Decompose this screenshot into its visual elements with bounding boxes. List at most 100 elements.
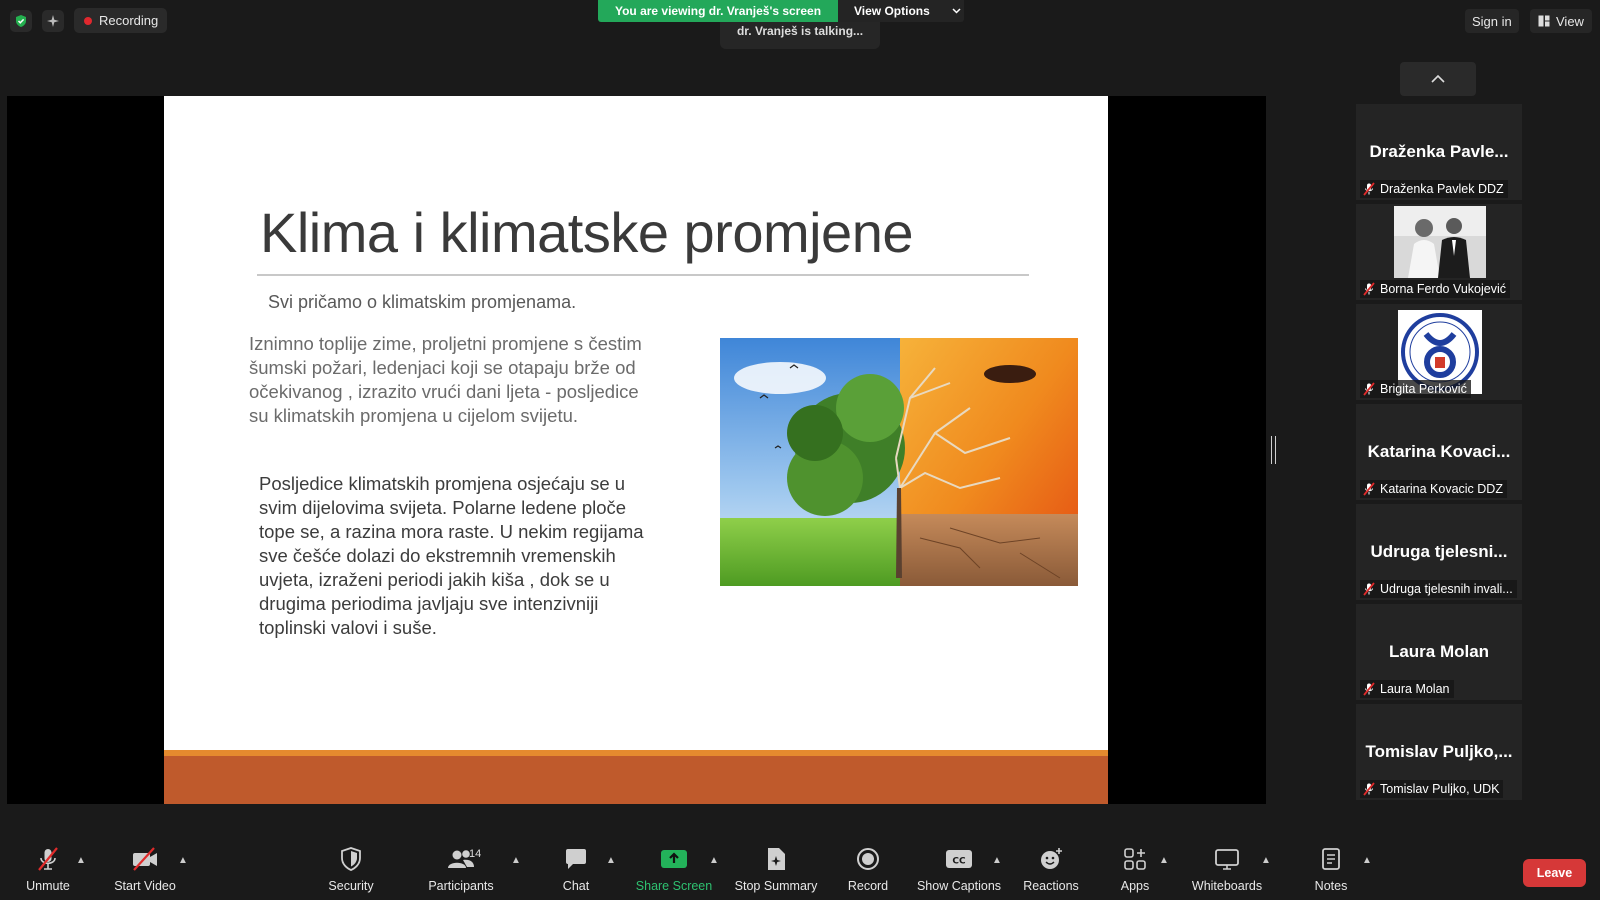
security-label: Security [328, 879, 374, 893]
whiteboard-icon [1215, 849, 1239, 870]
slide-title: Klima i klimatske promjene [260, 201, 913, 264]
share-screen-label: Share Screen [635, 879, 713, 893]
view-button[interactable]: View [1530, 9, 1592, 33]
participant-name: Laura Molan [1380, 682, 1450, 696]
notes-label: Notes [1314, 879, 1348, 893]
participant-name: Udruga tjelesnih invali... [1380, 582, 1513, 596]
participant-display-name: Tomislav Puljko,... [1365, 742, 1513, 761]
view-options-button[interactable]: View Options [838, 0, 964, 22]
sign-in-button[interactable]: Sign in [1465, 9, 1519, 33]
show-captions-label: Show Captions [916, 879, 1002, 893]
participant-name-tag: Draženka Pavlek DDZ [1360, 180, 1508, 198]
slide-paragraph-2: Posljedice klimatskih promjena osjećaju … [259, 473, 644, 638]
participant-display-name: Katarina Kovaci... [1367, 442, 1511, 461]
video-off-icon [133, 847, 157, 871]
participant-name-tag: Borna Ferdo Vukojević [1360, 280, 1510, 298]
apps-button[interactable]: Apps [1085, 846, 1185, 900]
grid-view-icon [1538, 15, 1550, 27]
apps-options-caret-icon[interactable]: ▲ [1159, 855, 1169, 866]
participant-name: Borna Ferdo Vukojević [1380, 282, 1506, 296]
participants-options-caret-icon[interactable]: ▲ [511, 855, 521, 866]
notes-icon [1322, 848, 1340, 870]
share-screen-arrow-icon [661, 850, 687, 868]
participant-name-tag: Udruga tjelesnih invali... [1360, 580, 1517, 598]
participants-count: 14 [469, 848, 482, 860]
stop-summary-label: Stop Summary [734, 879, 818, 893]
participant-name-tag: Tomislav Puljko, UDK [1360, 780, 1504, 798]
meeting-toolbar: Unmute ▲ Start Video ▲ Security 14 Parti… [0, 836, 1600, 900]
participant-video-photo [1394, 206, 1486, 278]
participant-name: Brigita Perković [1380, 382, 1467, 396]
share-options-caret-icon[interactable]: ▲ [709, 855, 719, 866]
presentation-slide: Klima i klimatske promjene Svi pričamo o… [164, 96, 1108, 804]
security-shield-icon [341, 847, 361, 871]
encryption-shield-icon[interactable] [10, 10, 32, 32]
mic-muted-icon [1363, 682, 1375, 696]
slide-footer-band [164, 756, 1108, 804]
participant-tile[interactable]: Brigita Perković [1356, 304, 1522, 400]
ai-companion-sparkle-icon[interactable] [42, 10, 64, 32]
mic-muted-icon [1363, 782, 1375, 796]
mic-muted-icon [1363, 382, 1375, 396]
notes-options-caret-icon[interactable]: ▲ [1362, 855, 1372, 866]
participant-name: Tomislav Puljko, UDK [1380, 782, 1500, 796]
whiteboards-options-caret-icon[interactable]: ▲ [1261, 855, 1271, 866]
start-video-label: Start Video [114, 879, 176, 893]
recording-label: Recording [99, 13, 159, 28]
whiteboards-label: Whiteboards [1191, 879, 1263, 893]
apps-icon [1124, 848, 1146, 870]
participant-name-tag: Brigita Perković [1360, 380, 1471, 398]
gallery-scroll-up-button[interactable] [1400, 62, 1476, 96]
participant-name: Katarina Kovacic DDZ [1380, 482, 1503, 496]
participant-tile[interactable]: Katarina Kovaci... Katarina Kovacic DDZ [1356, 404, 1522, 500]
participants-button[interactable]: 14 Participants [411, 846, 511, 900]
svg-text:CC: CC [952, 857, 966, 867]
reactions-smiley-icon [1041, 848, 1062, 869]
participant-name-tag: Katarina Kovacic DDZ [1360, 480, 1507, 498]
participant-tile[interactable]: Borna Ferdo Vukojević [1356, 204, 1522, 300]
leave-button[interactable]: Leave [1523, 859, 1586, 887]
stop-summary-button[interactable]: Stop Summary [726, 846, 826, 900]
summary-document-icon [768, 848, 785, 870]
participant-display-name: Draženka Pavle... [1369, 142, 1509, 161]
security-button[interactable]: Security [301, 846, 401, 900]
mic-muted-icon [1363, 182, 1375, 196]
captions-cc-icon: CC [946, 850, 972, 868]
unmute-label: Unmute [26, 879, 70, 893]
participant-tile[interactable]: Laura Molan Laura Molan [1356, 604, 1522, 700]
view-label: View [1556, 13, 1584, 29]
chat-bubble-icon [566, 849, 586, 869]
mic-muted-icon [1363, 582, 1375, 596]
participant-tile[interactable]: Udruga tjelesni... Udruga tjelesnih inva… [1356, 504, 1522, 600]
participant-display-name: Laura Molan [1388, 642, 1490, 661]
active-speaker-label: dr. Vranješ is talking... [720, 22, 880, 49]
participants-label: Participants [428, 879, 494, 893]
reactions-label: Reactions [1023, 879, 1079, 893]
video-options-caret-icon[interactable]: ▲ [178, 855, 188, 866]
record-button[interactable]: Record [818, 846, 918, 900]
top-bar: Recording You are viewing dr. Vranješ's … [0, 0, 1600, 49]
microphone-muted-icon [38, 847, 58, 871]
slide-title-divider [257, 274, 1029, 276]
participant-name-tag: Laura Molan [1360, 680, 1454, 698]
viewing-screen-banner: You are viewing dr. Vranješ's screen [598, 0, 838, 22]
recording-dot-icon [84, 16, 92, 25]
slide-paragraph-1: Iznimno toplije zime, proljetni promjene… [249, 333, 642, 426]
participant-name: Draženka Pavlek DDZ [1380, 182, 1504, 196]
recording-indicator[interactable]: Recording [74, 8, 168, 33]
record-icon [857, 848, 879, 870]
mic-muted-icon [1363, 482, 1375, 496]
audio-options-caret-icon[interactable]: ▲ [76, 855, 86, 866]
slide-subtitle: Svi pričamo o klimatskim promjenama. [268, 292, 577, 312]
view-options-label: View Options [854, 4, 930, 18]
participant-tile[interactable]: Tomislav Puljko,... Tomislav Puljko, UDK [1356, 704, 1522, 800]
chat-options-caret-icon[interactable]: ▲ [606, 855, 616, 866]
panel-resize-handle[interactable] [1271, 436, 1276, 464]
participant-tile[interactable]: Draženka Pavle... Draženka Pavlek DDZ [1356, 104, 1522, 200]
climate-tree-image [720, 338, 1078, 586]
chevron-down-icon [952, 8, 961, 14]
mic-muted-icon [1363, 282, 1375, 296]
participant-display-name: Udruga tjelesni... [1370, 542, 1508, 561]
record-label: Record [847, 879, 889, 893]
chevron-up-icon [1431, 74, 1445, 83]
